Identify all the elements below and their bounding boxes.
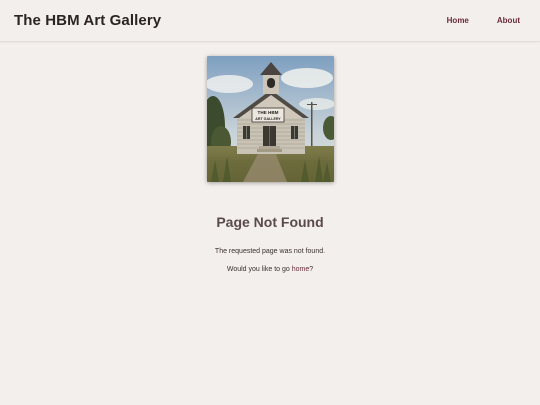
home-prompt-text: Would you like to go bbox=[226, 266, 292, 273]
nav-about-link[interactable]: About bbox=[497, 16, 520, 25]
main-nav: Home About bbox=[447, 16, 526, 25]
site-header: The HBM Art Gallery Home About bbox=[0, 0, 540, 42]
gallery-building-image: THE HBM ART GALLERY bbox=[206, 56, 334, 182]
home-prompt: Would you like to go home? bbox=[227, 266, 313, 273]
home-link[interactable]: home bbox=[292, 266, 310, 273]
main-content: THE HBM ART GALLERY Page Not Found The r… bbox=[0, 42, 540, 273]
site-title[interactable]: The HBM Art Gallery bbox=[14, 12, 161, 29]
nav-home-link[interactable]: Home bbox=[447, 16, 469, 25]
sign-line-1: THE HBM bbox=[257, 110, 278, 115]
page-heading: Page Not Found bbox=[216, 214, 324, 230]
home-prompt-end: ? bbox=[309, 266, 314, 273]
not-found-message: The requested page was not found. bbox=[214, 248, 326, 255]
sign-line-2: ART GALLERY bbox=[255, 117, 281, 121]
